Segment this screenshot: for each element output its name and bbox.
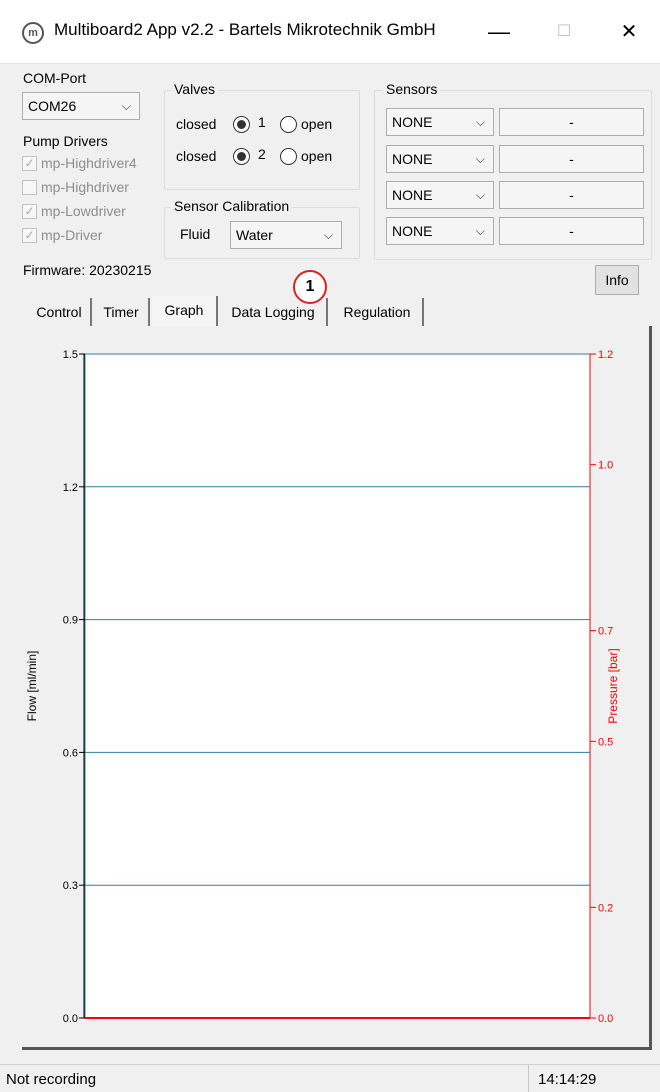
y-tick-label: 0.9 (63, 615, 78, 627)
fluid-label: Fluid (180, 226, 211, 242)
checkbox-checked-icon[interactable]: ✓ (22, 228, 37, 243)
valves-group (164, 90, 360, 190)
y2-axis-label: Pressure [bar] (606, 648, 620, 723)
status-bar: Not recording 14:14:29 (0, 1064, 660, 1092)
pump-driver-checkbox-row[interactable]: ✓ mp-Driver (22, 225, 162, 247)
sensors-group-label: Sensors (383, 81, 441, 97)
y2-tick-label: 0.2 (598, 902, 613, 914)
window-title: Multiboard2 App v2.2 - Bartels Mikrotech… (54, 20, 436, 39)
sensor-type-value: NONE (392, 223, 433, 239)
y-axis-label: Flow [ml/min] (25, 651, 39, 722)
info-button[interactable]: Info (595, 265, 639, 295)
fluid-value: Water (236, 227, 273, 243)
valve-2-closed-label: closed (176, 148, 217, 164)
sensor-4-value: - (499, 217, 644, 245)
y2-tick-label: 1.0 (598, 460, 613, 472)
valve-1-open-label: open (301, 116, 333, 132)
maximize-button[interactable]: ☐ (541, 14, 587, 50)
tab-graph[interactable]: Graph (152, 296, 218, 326)
y2-tick-label: 1.2 (598, 349, 613, 361)
sensor-2-type-select[interactable]: NONE ⌵ (386, 145, 494, 173)
flow-pressure-chart: 0.0 0.3 0.6 0.9 1.2 1.5 0.0 0.2 0.5 0.7 1.0 1.2 Fl… (25, 349, 620, 1025)
annotation-marker: 1 (293, 270, 327, 304)
pump-driver-label: mp-Lowdriver (41, 203, 126, 219)
graph-tab-panel: 0.0 0.3 0.6 0.9 1.2 1.5 0.0 0.2 0.5 0.7 1.0 1.2 Fl… (22, 326, 652, 1050)
chevron-down-icon: ⌵ (475, 224, 485, 238)
checkbox-checked-icon[interactable]: ✓ (22, 204, 37, 219)
y2-tick-label: 0.0 (598, 1013, 613, 1025)
minimize-button[interactable]: — (476, 14, 522, 50)
y-tick-label: 1.5 (63, 349, 78, 361)
pump-drivers-label: Pump Drivers (23, 133, 108, 149)
sensor-3-value: - (499, 181, 644, 209)
y2-tick-label: 0.5 (598, 736, 613, 748)
valve-2-closed-radio[interactable] (233, 148, 250, 165)
close-button[interactable]: ✕ (606, 14, 652, 50)
y2-tick-label: 0.7 (598, 626, 613, 638)
chevron-down-icon: ⌵ (475, 188, 485, 202)
recording-status: Not recording (6, 1071, 97, 1088)
y-tick-label: 0.3 (63, 880, 78, 892)
valve-1-closed-radio[interactable] (233, 116, 250, 133)
com-port-select[interactable]: COM26 ⌵ (22, 92, 140, 120)
status-time: 14:14:29 (538, 1071, 597, 1088)
sensor-1-value: - (499, 108, 644, 136)
app-logo-icon: m (22, 22, 44, 44)
y-tick-label: 0.6 (63, 747, 78, 759)
chevron-down-icon: ⌵ (475, 152, 485, 166)
status-divider (528, 1065, 529, 1092)
firmware-label: Firmware: 20230215 (23, 262, 152, 278)
sensor-type-value: NONE (392, 151, 433, 167)
left-axis: 0.0 0.3 0.6 0.9 1.2 1.5 (63, 349, 85, 1025)
sensor-3-type-select[interactable]: NONE ⌵ (386, 181, 494, 209)
com-port-label: COM-Port (23, 70, 86, 86)
tab-timer[interactable]: Timer (94, 298, 150, 326)
valve-2-number: 2 (258, 146, 266, 162)
y-tick-label: 0.0 (63, 1013, 78, 1025)
valves-group-label: Valves (171, 81, 218, 97)
sensor-2-value: - (499, 145, 644, 173)
checkbox-checked-icon[interactable]: ✓ (22, 156, 37, 171)
pump-driver-label: mp-Highdriver4 (41, 155, 137, 171)
tab-regulation[interactable]: Regulation (332, 298, 424, 326)
valve-1-closed-label: closed (176, 116, 217, 132)
valve-2-open-radio[interactable] (280, 148, 297, 165)
com-port-value: COM26 (28, 98, 77, 114)
plot-area (85, 354, 590, 1018)
valve-1-number: 1 (258, 114, 266, 130)
sensor-calibration-label: Sensor Calibration (171, 198, 293, 214)
sensor-type-value: NONE (392, 187, 433, 203)
pump-drivers-list: ✓ mp-Highdriver4 mp-Highdriver ✓ mp-Lowd… (22, 153, 162, 249)
pump-driver-checkbox-row[interactable]: ✓ mp-Highdriver4 (22, 153, 162, 175)
valve-2-open-label: open (301, 148, 333, 164)
y-tick-label: 1.2 (63, 482, 78, 494)
pump-driver-checkbox-row[interactable]: ✓ mp-Lowdriver (22, 201, 162, 223)
sensor-1-type-select[interactable]: NONE ⌵ (386, 108, 494, 136)
fluid-select[interactable]: Water ⌵ (230, 221, 342, 249)
pump-driver-label: mp-Highdriver (41, 179, 129, 195)
chevron-down-icon: ⌵ (121, 99, 131, 113)
chevron-down-icon: ⌵ (475, 115, 485, 129)
checkbox-unchecked-icon[interactable] (22, 180, 37, 195)
sensor-4-type-select[interactable]: NONE ⌵ (386, 217, 494, 245)
pump-driver-checkbox-row[interactable]: mp-Highdriver (22, 177, 162, 199)
title-bar: m Multiboard2 App v2.2 - Bartels Mikrote… (0, 0, 660, 64)
valve-1-open-radio[interactable] (280, 116, 297, 133)
chevron-down-icon: ⌵ (323, 228, 333, 242)
sensor-type-value: NONE (392, 114, 433, 130)
tab-control[interactable]: Control (28, 298, 92, 326)
pump-driver-label: mp-Driver (41, 227, 103, 243)
